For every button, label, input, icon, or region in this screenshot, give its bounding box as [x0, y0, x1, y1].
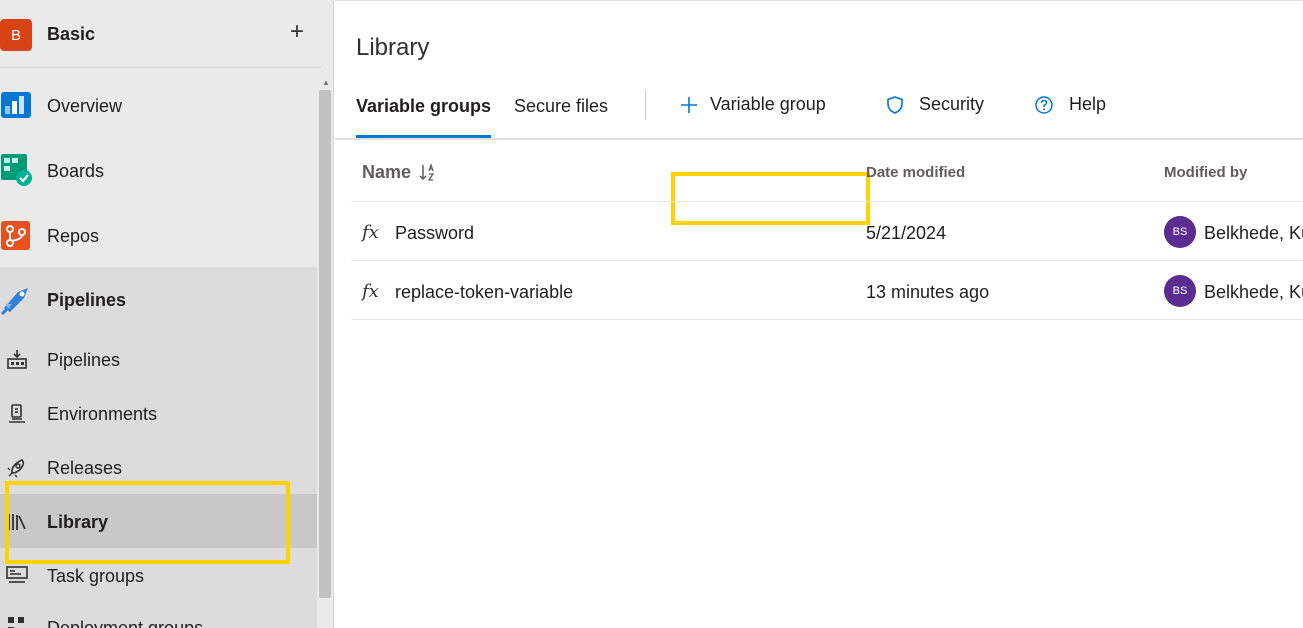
- deployment-groups-icon: [6, 615, 28, 628]
- date-modified: 5/21/2024: [866, 223, 947, 243]
- project-avatar[interactable]: B: [0, 19, 32, 51]
- task-groups-icon: [5, 564, 29, 586]
- sidebar-item-label: Pipelines: [47, 289, 127, 310]
- help-icon: [1035, 95, 1053, 114]
- column-name-label: Name: [362, 162, 412, 182]
- avatar: BS: [1164, 275, 1196, 307]
- environments-icon: [6, 403, 28, 425]
- sidebar-item-repos[interactable]: Repos: [0, 216, 317, 256]
- modified-by: Belkhede, Ku: [1204, 223, 1303, 243]
- help-label: Help: [1069, 94, 1107, 114]
- overview-icon: [0, 90, 32, 120]
- sidebar-item-label: Overview: [47, 95, 123, 116]
- sidebar-item-label: Repos: [47, 225, 100, 246]
- column-header-name[interactable]: Name: [362, 162, 437, 183]
- sidebar-item-label: Environments: [47, 403, 158, 424]
- pipelines-hub-icon: [0, 284, 32, 318]
- modified-by: Belkhede, Ku: [1204, 282, 1303, 302]
- sidebar-item-releases[interactable]: Releases: [0, 448, 317, 488]
- project-header: B Basic +: [0, 0, 321, 68]
- sidebar-item-pipelines-hub[interactable]: Pipelines: [0, 280, 317, 320]
- scroll-up-arrow-icon[interactable]: ▲: [322, 78, 330, 87]
- sidebar-item-pipelines[interactable]: Pipelines: [0, 340, 317, 380]
- boards-icon: [0, 153, 34, 187]
- security-label: Security: [919, 94, 985, 114]
- shield-icon: [887, 95, 903, 114]
- variable-group-name[interactable]: Password: [395, 223, 474, 244]
- sidebar-item-label: Deployment groups: [47, 618, 204, 628]
- tab-secure-files[interactable]: Secure files: [514, 96, 608, 117]
- main-content: Library Variable groups Secure files Var…: [335, 0, 1303, 628]
- sidebar-item-label: Pipelines: [47, 349, 121, 370]
- variable-group-icon: fx: [362, 281, 379, 302]
- tabs-bar: Variable groups Secure files Variable gr…: [335, 86, 1303, 225]
- sort-icon[interactable]: [419, 162, 437, 183]
- repos-icon: [0, 220, 32, 252]
- sidebar-item-label: Releases: [47, 457, 123, 478]
- sidebar-item-label: Boards: [47, 160, 105, 181]
- sidebar-item-deployment-groups[interactable]: Deployment groups: [0, 612, 317, 628]
- plus-icon: [680, 96, 698, 114]
- page-title: Library: [356, 34, 430, 61]
- project-name[interactable]: Basic: [47, 24, 95, 45]
- sidebar-item-overview[interactable]: Overview: [0, 86, 317, 126]
- library-icon: [6, 511, 28, 533]
- tab-separator: [645, 90, 646, 120]
- add-variable-group-button[interactable]: Variable group: [680, 94, 826, 115]
- help-button[interactable]: Help: [1035, 94, 1106, 115]
- table-row[interactable]: fx Password 5/21/2024 BS Belkhede, Ku: [351, 203, 1303, 261]
- tab-variable-groups[interactable]: Variable groups: [356, 96, 491, 117]
- sidebar-item-task-groups[interactable]: Task groups: [0, 556, 317, 596]
- security-button[interactable]: Security: [887, 94, 984, 115]
- active-tab-indicator: [356, 135, 491, 138]
- sidebar: B Basic + Overview Boards Repos Pipeline…: [0, 0, 334, 628]
- variable-group-icon: fx: [362, 222, 379, 243]
- sidebar-scroll-thumb[interactable]: [319, 90, 331, 598]
- column-header-modified-by[interactable]: Modified by: [1164, 164, 1247, 181]
- date-modified: 13 minutes ago: [866, 282, 990, 302]
- avatar: BS: [1164, 216, 1196, 248]
- sidebar-item-library[interactable]: Library: [0, 502, 317, 542]
- variable-group-name[interactable]: replace-token-variable: [395, 282, 573, 303]
- sidebar-item-boards[interactable]: Boards: [0, 151, 317, 191]
- table-row[interactable]: fx replace-token-variable 13 minutes ago…: [351, 262, 1303, 320]
- sidebar-item-label: Task groups: [47, 565, 145, 586]
- pipelines-icon: [6, 349, 28, 371]
- new-project-button[interactable]: +: [290, 18, 304, 46]
- sidebar-item-label: Library: [47, 511, 109, 532]
- top-divider: [335, 0, 1303, 4]
- sidebar-item-environments[interactable]: Environments: [0, 394, 317, 434]
- column-header-date-modified[interactable]: Date modified: [866, 164, 965, 181]
- table-header: Name Date modified Modified by: [351, 140, 1303, 202]
- add-variable-group-label: Variable group: [710, 94, 826, 114]
- releases-icon: [6, 457, 28, 479]
